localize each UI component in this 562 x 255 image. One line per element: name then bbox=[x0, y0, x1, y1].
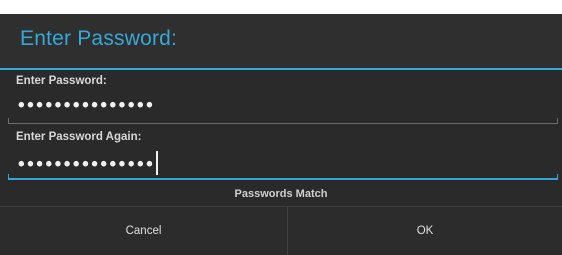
confirm-password-input[interactable]: ••••••••••••••• bbox=[18, 151, 159, 176]
dialog-button-bar: Cancel OK bbox=[0, 206, 562, 255]
dialog-title: Enter Password: bbox=[20, 27, 178, 50]
password-underline bbox=[8, 123, 558, 124]
confirm-password-dots: ••••••••••••••• bbox=[18, 154, 156, 175]
ok-button[interactable]: OK bbox=[288, 207, 562, 255]
password-dialog: Enter Password: Enter Password: ••••••••… bbox=[0, 14, 562, 255]
password-input[interactable]: ••••••••••••••• bbox=[18, 95, 155, 117]
title-divider bbox=[0, 68, 562, 70]
confirm-password-label: Enter Password Again: bbox=[16, 131, 142, 143]
password-label: Enter Password: bbox=[16, 75, 107, 87]
confirm-password-right-edge bbox=[557, 174, 558, 180]
cancel-button[interactable]: Cancel bbox=[0, 207, 287, 255]
match-status: Passwords Match bbox=[234, 188, 328, 200]
confirm-password-field[interactable]: Enter Password Again: ••••••••••••••• bbox=[8, 128, 558, 180]
text-cursor bbox=[156, 151, 159, 175]
password-field[interactable]: Enter Password: ••••••••••••••• bbox=[8, 72, 558, 124]
password-left-edge bbox=[8, 118, 9, 124]
title-bar: Enter Password: bbox=[0, 14, 562, 68]
password-dots: ••••••••••••••• bbox=[18, 95, 156, 116]
top-strip bbox=[0, 0, 562, 14]
confirm-password-left-edge bbox=[8, 174, 9, 180]
password-right-edge bbox=[557, 118, 558, 124]
confirm-password-underline bbox=[8, 178, 558, 180]
